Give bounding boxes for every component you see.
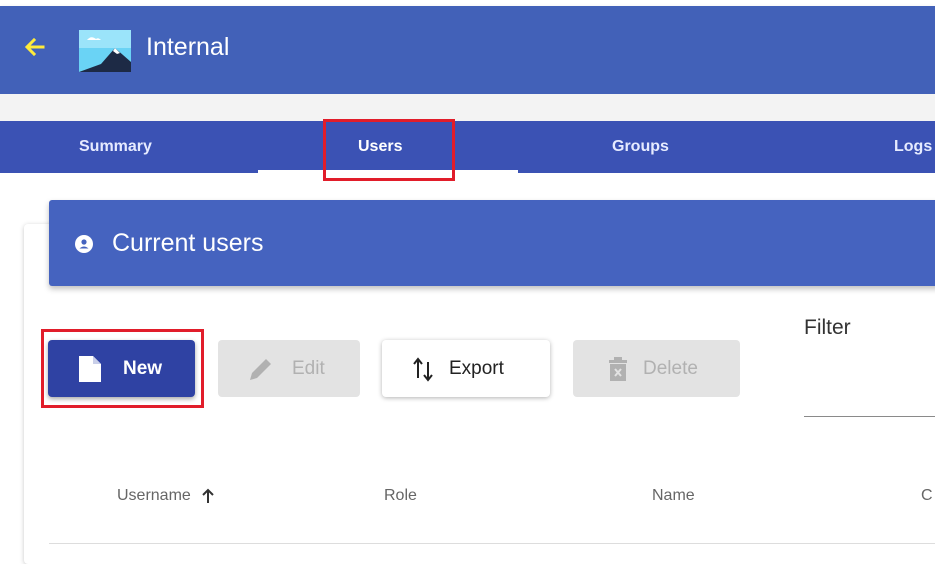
tab-groups[interactable]: Groups: [612, 121, 669, 173]
trash-icon: [609, 356, 627, 381]
column-header-name[interactable]: Name: [652, 487, 695, 505]
delete-button-label: Delete: [643, 357, 698, 379]
account-circle-icon: [75, 235, 93, 253]
tab-summary[interactable]: Summary: [79, 121, 152, 173]
column-header-username[interactable]: Username: [117, 487, 215, 505]
app-header: Internal: [0, 6, 935, 94]
tab-bar: Summary Users Groups Logs: [0, 121, 935, 173]
edit-button[interactable]: Edit: [218, 340, 360, 397]
highlight-box-users-tab: [323, 119, 455, 181]
export-button-label: Export: [449, 357, 504, 379]
export-button[interactable]: Export: [382, 340, 550, 397]
landscape-image-icon: [79, 30, 131, 72]
pencil-icon: [250, 358, 271, 380]
card-title: Current users: [112, 229, 264, 257]
sort-ascending-icon: [202, 488, 214, 503]
filter-label: Filter: [804, 316, 851, 339]
highlight-box-new-button: [41, 329, 204, 408]
column-header-partial[interactable]: C: [921, 487, 933, 505]
column-header-role[interactable]: Role: [384, 487, 417, 505]
edit-button-label: Edit: [292, 357, 325, 379]
spacer: [0, 94, 935, 121]
tab-logs[interactable]: Logs: [894, 121, 932, 173]
column-header-label: Username: [117, 487, 191, 504]
table-divider: [49, 543, 935, 544]
app-title: Internal: [146, 33, 230, 61]
delete-button[interactable]: Delete: [573, 340, 740, 397]
sort-arrows-icon: [413, 356, 433, 382]
card-header: Current users: [49, 200, 935, 286]
arrow-left-icon[interactable]: [22, 34, 48, 60]
filter-input[interactable]: [804, 416, 935, 417]
